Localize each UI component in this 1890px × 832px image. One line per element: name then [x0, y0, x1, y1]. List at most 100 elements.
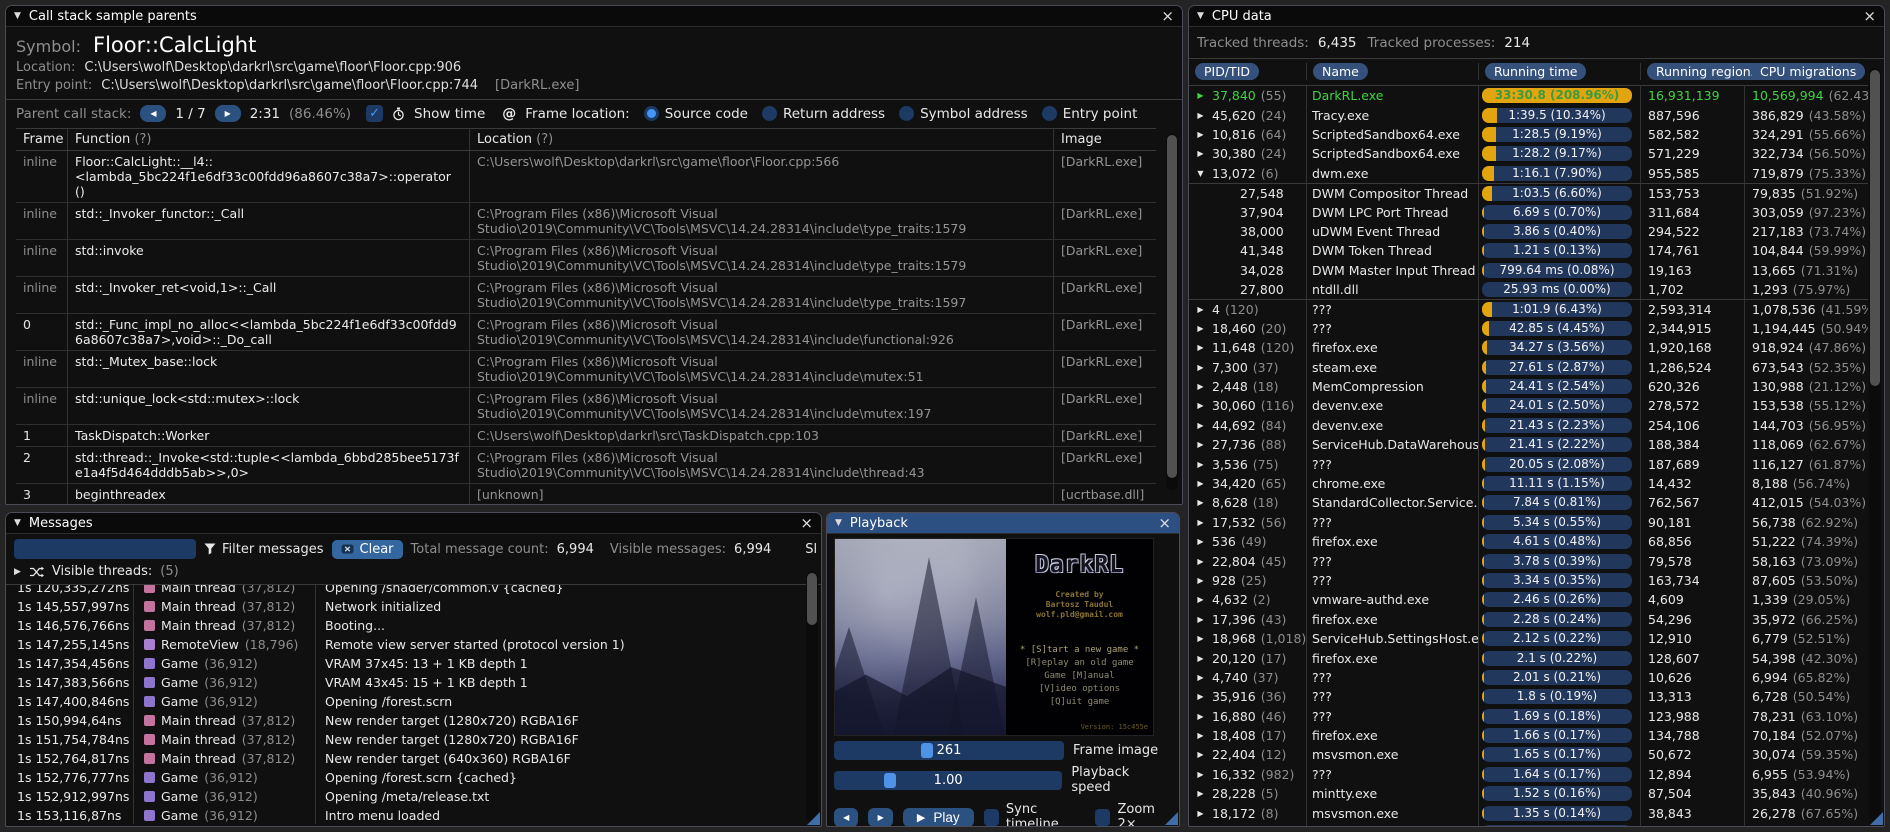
callstack-frame-row[interactable]: 0 std::_Func_impl_no_alloc<<lambda_5bc22…: [16, 314, 1156, 351]
frame-location-radio[interactable]: Symbol address: [899, 106, 1028, 122]
cpu-table-row[interactable]: 37,904 DWM LPC Port Thread 6.69 s (0.70%…: [1189, 202, 1868, 222]
cpu-table-row[interactable]: ▶ 37,840 (55) DarkRL.exe 33:30.8 (208.96…: [1189, 86, 1868, 106]
expand-icon[interactable]: ▶: [1194, 654, 1207, 663]
close-icon[interactable]: ×: [1863, 8, 1876, 24]
collapse-icon[interactable]: ▼: [14, 518, 21, 528]
cpu-table-row[interactable]: ▶ 2,448 (18) MemCompression 24.41 s (2.5…: [1189, 376, 1868, 397]
expand-icon[interactable]: ▶: [1194, 460, 1207, 469]
expand-icon[interactable]: ▶: [1194, 692, 1207, 701]
expand-icon[interactable]: ▶: [1194, 305, 1207, 314]
playback-speed-slider[interactable]: 1.00: [834, 770, 1063, 790]
expand-icon[interactable]: ▶: [1194, 673, 1207, 682]
cpu-table-row[interactable]: ▶ 18,172 (8) msvsmon.exe 1.35 s (0.14%) …: [1189, 803, 1868, 823]
expand-icon[interactable]: ▶: [1194, 731, 1207, 740]
callstack-frame-row[interactable]: inline std::invoke C:\Program Files (x86…: [16, 240, 1156, 277]
messages-scrollbar[interactable]: [806, 571, 818, 821]
filter-messages-control[interactable]: Filter messages: [204, 542, 324, 557]
play-button[interactable]: ▶ Play: [902, 807, 974, 826]
prev-callstack-button[interactable]: ◀: [140, 105, 167, 122]
expand-icon[interactable]: ▶: [1194, 363, 1207, 372]
frame-image-slider[interactable]: 261: [834, 741, 1064, 760]
cpu-table-row[interactable]: 27,800 ntdll.dll 25.93 ms (0.00%) 1,702 …: [1189, 279, 1868, 300]
cpu-table-row[interactable]: ▶ 18,408 (17) firefox.exe 1.66 s (0.17%)…: [1189, 725, 1868, 746]
cpu-table-row[interactable]: ▶ 4 (120) ??? 1:01.9 (6.43%) 2,593,314 1…: [1189, 299, 1868, 319]
frame-location-radio[interactable]: Return address: [761, 106, 885, 122]
cpu-scrollbar[interactable]: [1869, 68, 1881, 821]
message-row[interactable]: 1s 147,354,456ns Game (36,912) VRAM 37x4…: [6, 654, 821, 673]
cpu-table-row[interactable]: 34,028 DWM Master Input Thread 799.64 ms…: [1189, 260, 1868, 280]
message-row[interactable]: 1s 147,383,566ns Game (36,912) VRAM 43x4…: [6, 673, 821, 692]
expand-icon[interactable]: ▶: [1194, 421, 1207, 430]
message-row[interactable]: 1s 152,912,997ns Game (36,912) Opening /…: [6, 787, 821, 806]
cpu-table-row[interactable]: 38,000 uDWM Event Thread 3.86 s (0.40%) …: [1189, 221, 1868, 242]
cpu-table-row[interactable]: ▶ 20,120 (17) firefox.exe 2.1 s (0.22%) …: [1189, 648, 1868, 668]
resize-grip[interactable]: [1165, 812, 1178, 825]
expand-icon[interactable]: ▶: [1194, 634, 1207, 643]
expand-icon[interactable]: ▶: [1194, 479, 1207, 488]
message-row[interactable]: 1s 151,754,784ns Main thread (37,812) Ne…: [6, 730, 821, 749]
expand-icon[interactable]: ▶: [1194, 770, 1207, 779]
resize-grip[interactable]: [807, 812, 820, 825]
collapse-icon[interactable]: ▼: [14, 11, 21, 21]
zoom-2x-control[interactable]: Zoom 2×: [1095, 802, 1172, 826]
cpu-table-row[interactable]: ▶ 10,816 (64) ScriptedSandbox64.exe 1:28…: [1189, 124, 1868, 145]
show-time-checkbox[interactable]: ✓: [366, 105, 384, 122]
col-header-cpu-migrations[interactable]: CPU migrations: [1751, 63, 1866, 80]
expand-icon[interactable]: ▶: [1194, 595, 1207, 604]
cpu-table-row[interactable]: ▶ 44,692 (84) devenv.exe 21.43 s (2.23%)…: [1189, 415, 1868, 436]
playback-titlebar[interactable]: ▼ Playback ×: [827, 513, 1179, 534]
resize-grip[interactable]: [1870, 812, 1883, 825]
collapse-icon[interactable]: ▼: [1197, 11, 1204, 21]
col-header-name[interactable]: Name: [1313, 63, 1368, 80]
cpu-table-row[interactable]: ▶ 22,804 (45) ??? 3.78 s (0.39%) 79,578 …: [1189, 551, 1868, 571]
frame-location-radio[interactable]: Entry point: [1041, 106, 1137, 122]
message-row[interactable]: 1s 147,255,145ns RemoteView (18,796) Rem…: [6, 635, 821, 654]
expand-icon[interactable]: ▶: [1194, 382, 1207, 391]
callstack-frame-row[interactable]: 1 TaskDispatch::Worker C:\Users\wolf\Des…: [16, 425, 1156, 447]
expand-icon[interactable]: ▶: [1194, 809, 1207, 818]
close-icon[interactable]: ×: [800, 515, 813, 531]
message-row[interactable]: 1s 145,557,997ns Main thread (37,812) Ne…: [6, 597, 821, 616]
expand-icon[interactable]: ▶: [1194, 576, 1207, 585]
cpu-table-row[interactable]: ▶ 18,460 (20) ??? 42.85 s (4.45%) 2,344,…: [1189, 318, 1868, 339]
callstack-frame-row[interactable]: inline std::_Invoker_functor::_Call C:\P…: [16, 203, 1156, 240]
message-row[interactable]: 1s 152,764,817ns Main thread (37,812) Ne…: [6, 749, 821, 768]
next-callstack-button[interactable]: ▶: [214, 105, 241, 122]
cpu-table-row[interactable]: ▶ 35,916 (36) ??? 1.8 s (0.19%) 13,313 6…: [1189, 687, 1868, 707]
message-filter-input[interactable]: [14, 539, 196, 559]
cpu-table-row[interactable]: ▶ 3,536 (75) ??? 20.05 s (2.08%) 187,689…: [1189, 454, 1868, 474]
scrollbar-thumb[interactable]: [1167, 135, 1177, 478]
cpu-table-row[interactable]: ▶ 22,404 (12) msvsmon.exe 1.65 s (0.17%)…: [1189, 745, 1868, 765]
cpu-table-row[interactable]: ▶ 11,648 (120) firefox.exe 34.27 s (3.56…: [1189, 338, 1868, 358]
close-icon[interactable]: ×: [1161, 8, 1174, 24]
expand-icon[interactable]: ▶: [1194, 401, 1207, 410]
expand-icon[interactable]: ▶: [1194, 324, 1207, 333]
expand-icon[interactable]: ▶: [1194, 557, 1207, 566]
cpu-table-row[interactable]: ▶ 4,632 (2) vmware-authd.exe 2.46 s (0.2…: [1189, 590, 1868, 610]
cpu-table-row[interactable]: ▶ 4,740 (37) ??? 2.01 s (0.21%) 10,626 6…: [1189, 667, 1868, 688]
expand-icon[interactable]: ▶: [1194, 789, 1207, 798]
cpu-table-row[interactable]: 41,348 DWM Token Thread 1.21 s (0.13%) 1…: [1189, 241, 1868, 261]
message-row[interactable]: 1s 147,400,846ns Game (36,912) Opening /…: [6, 692, 821, 711]
sync-timeline-checkbox[interactable]: [983, 808, 999, 826]
col-header-frame[interactable]: Frame: [16, 129, 68, 150]
col-header-image[interactable]: Image: [1054, 129, 1156, 150]
cpu-table-row[interactable]: ▶ 28,228 (5) mintty.exe 1.52 s (0.16%) 8…: [1189, 784, 1868, 804]
cpu-table-row[interactable]: ▶ 536 (49) firefox.exe 4.61 s (0.48%) 68…: [1189, 531, 1868, 552]
expand-icon[interactable]: ▶: [1194, 130, 1207, 139]
cpu-table-row[interactable]: ▶ 8,628 (18) StandardCollector.Service.e…: [1189, 493, 1868, 513]
cpu-table-row[interactable]: ▼ 13,072 (6) dwm.exe 1:16.1 (7.90%) 955,…: [1189, 163, 1868, 183]
expand-icon[interactable]: ▶: [1194, 111, 1207, 120]
col-header-pid-tid[interactable]: PID/TID: [1195, 63, 1260, 80]
frame-location-radio[interactable]: Source code: [643, 106, 748, 122]
cpu-table-row[interactable]: ▶ 928 (25) ??? 3.34 s (0.35%) 163,734 87…: [1189, 570, 1868, 591]
callstack-frame-row[interactable]: inline std::_Invoker_ret<void,1>::_Call …: [16, 277, 1156, 314]
clear-button[interactable]: Clear: [331, 539, 403, 559]
callstack-frame-row[interactable]: inline std::_Mutex_base::lock C:\Program…: [16, 351, 1156, 388]
cpu-table-row[interactable]: ▶ 27,736 (88) ServiceHub.DataWarehouse 2…: [1189, 435, 1868, 455]
cpu-table-row[interactable]: ▶ 17,532 (56) ??? 5.34 s (0.55%) 90,181 …: [1189, 512, 1868, 532]
expand-icon[interactable]: ▶: [1194, 343, 1207, 352]
message-row[interactable]: 1s 150,994,64ns Main thread (37,812) New…: [6, 711, 821, 730]
cpu-table-row[interactable]: 27,548 DWM Compositor Thread 1:03.5 (6.6…: [1189, 182, 1868, 203]
cpu-table-row[interactable]: ▶ 17,396 (43) firefox.exe 2.28 s (0.24%)…: [1189, 609, 1868, 629]
